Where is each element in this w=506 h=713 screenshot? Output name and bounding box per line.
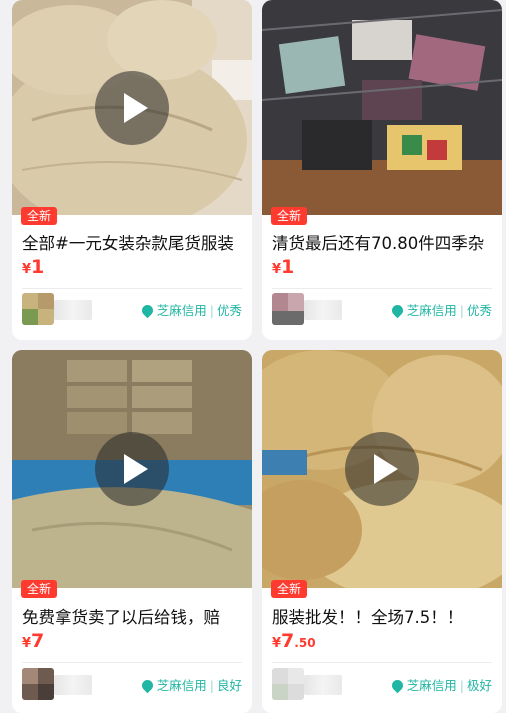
credit-separator: | <box>459 678 464 693</box>
avatar[interactable] <box>22 668 54 700</box>
product-title[interactable]: 服装批发！！全场7.5！！ <box>272 604 494 628</box>
price-integer: 7 <box>31 630 45 652</box>
price-decimal: .50 <box>294 636 316 650</box>
price: ¥7.50 <box>272 630 316 652</box>
credit-label: 芝麻信用 <box>156 678 207 693</box>
sesame-credit-icon <box>389 302 406 319</box>
divider <box>22 288 242 289</box>
divider <box>272 662 492 663</box>
avatar[interactable] <box>272 668 304 700</box>
new-badge: 全新 <box>271 207 308 225</box>
new-badge: 全新 <box>21 580 58 598</box>
credit-label: 芝麻信用 <box>156 303 207 318</box>
credit-separator: | <box>459 303 464 318</box>
product-title[interactable]: 免费拿货卖了以后给钱，赔 <box>22 604 244 628</box>
price-currency: ¥ <box>272 636 282 651</box>
price-currency: ¥ <box>22 262 32 277</box>
product-card[interactable]: 全新 全部#一元女装杂款尾货服装 ¥1 芝麻信用 | 优秀 <box>12 0 252 340</box>
play-icon[interactable] <box>95 70 169 145</box>
credit-level: 优秀 <box>216 303 242 318</box>
product-image[interactable] <box>12 350 252 588</box>
price-integer: 1 <box>281 256 295 278</box>
credit-level: 良好 <box>216 678 242 693</box>
product-title[interactable]: 全部#一元女装杂款尾货服装 <box>22 230 244 254</box>
credit-separator: | <box>209 303 214 318</box>
avatar[interactable] <box>22 293 54 325</box>
credit-badge: 芝麻信用 | 良好 <box>139 677 242 695</box>
credit-separator: | <box>209 678 214 693</box>
credit-badge: 芝麻信用 | 优秀 <box>389 302 492 320</box>
product-card[interactable]: 全新 免费拿货卖了以后给钱，赔 ¥7 芝麻信用 | 良好 <box>12 350 252 713</box>
credit-level: 优秀 <box>466 303 492 318</box>
product-image[interactable] <box>12 0 252 215</box>
avatar[interactable] <box>272 293 304 325</box>
sesame-credit-icon <box>389 677 406 694</box>
product-image[interactable] <box>262 0 502 215</box>
sesame-credit-icon <box>139 677 156 694</box>
new-badge: 全新 <box>21 207 58 225</box>
seller-name-blurred <box>54 675 92 695</box>
divider <box>272 288 492 289</box>
product-image[interactable] <box>262 350 502 588</box>
new-badge: 全新 <box>271 580 308 598</box>
divider <box>22 662 242 663</box>
seller-name-blurred <box>304 300 342 320</box>
seller-name-blurred <box>54 300 92 320</box>
price-currency: ¥ <box>272 262 282 277</box>
credit-label: 芝麻信用 <box>406 678 457 693</box>
product-card[interactable]: 全新 清货最后还有70.80件四季杂 ¥1 芝麻信用 | 优秀 <box>262 0 502 340</box>
price-currency: ¥ <box>22 636 32 651</box>
product-title[interactable]: 清货最后还有70.80件四季杂 <box>272 230 494 254</box>
credit-badge: 芝麻信用 | 极好 <box>389 677 492 695</box>
sesame-credit-icon <box>139 302 156 319</box>
play-icon[interactable] <box>95 432 169 506</box>
credit-label: 芝麻信用 <box>406 303 457 318</box>
play-icon[interactable] <box>345 432 419 506</box>
credit-level: 极好 <box>466 678 492 693</box>
price: ¥7 <box>22 630 44 652</box>
price: ¥1 <box>22 256 44 278</box>
price-integer: 7 <box>281 630 295 652</box>
price-integer: 1 <box>31 256 45 278</box>
seller-name-blurred <box>304 675 342 695</box>
price: ¥1 <box>272 256 294 278</box>
credit-badge: 芝麻信用 | 优秀 <box>139 302 242 320</box>
product-card[interactable]: 全新 服装批发！！全场7.5！！ ¥7.50 芝麻信用 | 极好 <box>262 350 502 713</box>
